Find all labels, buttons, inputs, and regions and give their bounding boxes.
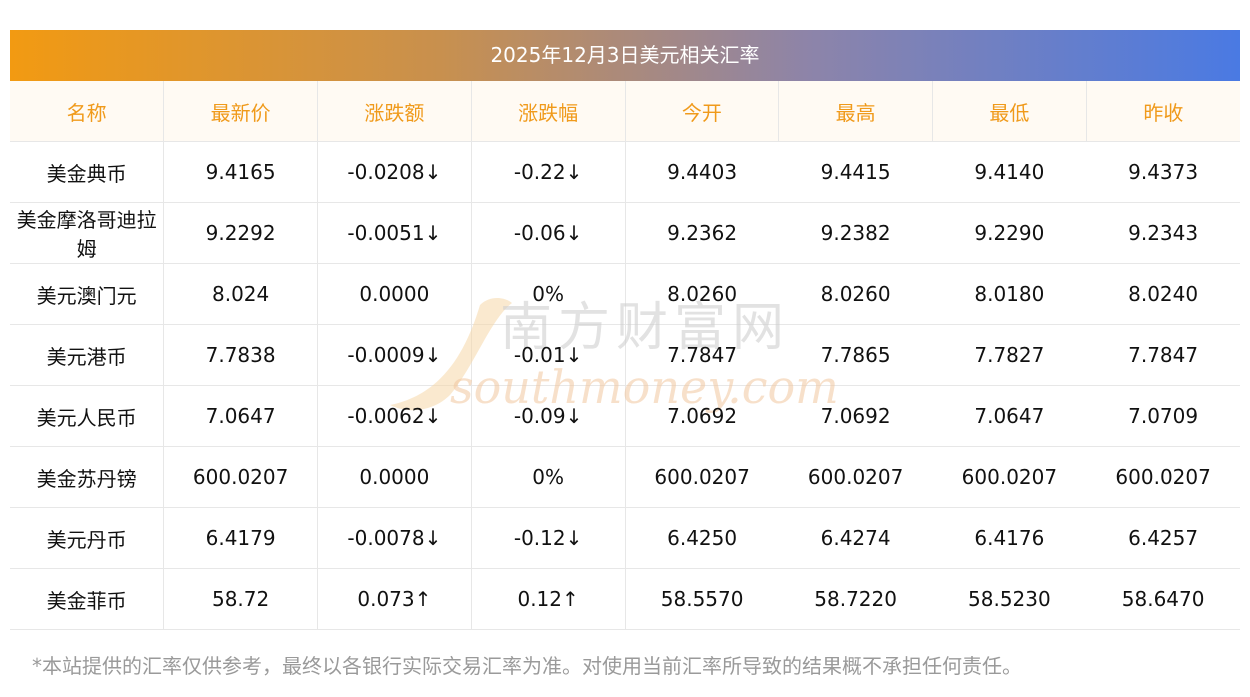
- table-row: 美金典币 9.4165 -0.0208↓ -0.22↓ 9.4403 9.441…: [10, 141, 1240, 203]
- cell-prev: 58.6470: [1086, 568, 1240, 630]
- cell-high: 7.0692: [778, 385, 933, 447]
- cell-latest: 9.2292: [163, 202, 318, 264]
- cell-latest: 7.0647: [163, 385, 318, 447]
- cell-prev: 8.0240: [1086, 263, 1240, 325]
- cell-low: 9.4140: [932, 141, 1087, 203]
- col-header-prev: 昨收: [1086, 81, 1240, 142]
- table-body: 美金典币 9.4165 -0.0208↓ -0.22↓ 9.4403 9.441…: [10, 141, 1240, 630]
- col-header-change: 涨跌额: [317, 81, 472, 142]
- cell-open: 7.0692: [625, 385, 779, 447]
- cell-change: 0.0000: [317, 263, 472, 325]
- cell-low: 8.0180: [932, 263, 1087, 325]
- cell-prev: 6.4257: [1086, 507, 1240, 569]
- col-header-high: 最高: [778, 81, 933, 142]
- table-row: 美元人民币 7.0647 -0.0062↓ -0.09↓ 7.0692 7.06…: [10, 385, 1240, 447]
- cell-open: 9.4403: [625, 141, 779, 203]
- cell-prev: 9.4373: [1086, 141, 1240, 203]
- cell-low: 9.2290: [932, 202, 1087, 264]
- col-header-pct: 涨跌幅: [471, 81, 626, 142]
- cell-open: 6.4250: [625, 507, 779, 569]
- cell-latest: 600.0207: [163, 446, 318, 508]
- table-row: 美元港币 7.7838 -0.0009↓ -0.01↓ 7.7847 7.786…: [10, 324, 1240, 386]
- table-row: 美元澳门元 8.024 0.0000 0% 8.0260 8.0260 8.01…: [10, 263, 1240, 325]
- table-row: 美金菲币 58.72 0.073↑ 0.12↑ 58.5570 58.7220 …: [10, 568, 1240, 630]
- cell-low: 7.7827: [932, 324, 1087, 386]
- cell-pct: 0%: [471, 446, 626, 508]
- cell-prev: 7.0709: [1086, 385, 1240, 447]
- cell-high: 9.4415: [778, 141, 933, 203]
- cell-pct: 0.12↑: [471, 568, 626, 630]
- cell-name: 美元澳门元: [10, 263, 165, 325]
- table-row: 美元丹币 6.4179 -0.0078↓ -0.12↓ 6.4250 6.427…: [10, 507, 1240, 569]
- exchange-rate-table: 名称 最新价 涨跌额 涨跌幅 今开 最高 最低 昨收 美金典币 9.4165 -…: [10, 81, 1240, 630]
- cell-latest: 58.72: [163, 568, 318, 630]
- cell-name: 美元丹币: [10, 507, 165, 569]
- col-header-name: 名称: [10, 81, 165, 142]
- cell-high: 6.4274: [778, 507, 933, 569]
- cell-low: 600.0207: [932, 446, 1087, 508]
- header-row: 名称 最新价 涨跌额 涨跌幅 今开 最高 最低 昨收: [10, 81, 1240, 142]
- cell-pct: 0%: [471, 263, 626, 325]
- cell-low: 6.4176: [932, 507, 1087, 569]
- cell-pct: -0.06↓: [471, 202, 626, 264]
- cell-change: -0.0062↓: [317, 385, 472, 447]
- cell-high: 9.2382: [778, 202, 933, 264]
- cell-name: 美元人民币: [10, 385, 165, 447]
- cell-name: 美金摩洛哥迪拉姆: [10, 202, 165, 264]
- cell-name: 美金典币: [10, 141, 165, 203]
- cell-prev: 9.2343: [1086, 202, 1240, 264]
- cell-change: 0.0000: [317, 446, 472, 508]
- page: 2025年12月3日美元相关汇率 南方财富网 southmoney.com 名称…: [0, 0, 1250, 697]
- cell-name: 美金苏丹镑: [10, 446, 165, 508]
- cell-low: 7.0647: [932, 385, 1087, 447]
- cell-high: 58.7220: [778, 568, 933, 630]
- cell-open: 8.0260: [625, 263, 779, 325]
- cell-change: -0.0051↓: [317, 202, 472, 264]
- table-row: 美金苏丹镑 600.0207 0.0000 0% 600.0207 600.02…: [10, 446, 1240, 508]
- cell-high: 8.0260: [778, 263, 933, 325]
- cell-open: 58.5570: [625, 568, 779, 630]
- cell-pct: -0.12↓: [471, 507, 626, 569]
- cell-change: 0.073↑: [317, 568, 472, 630]
- cell-change: -0.0208↓: [317, 141, 472, 203]
- cell-name: 美金菲币: [10, 568, 165, 630]
- cell-pct: -0.22↓: [471, 141, 626, 203]
- cell-pct: -0.09↓: [471, 385, 626, 447]
- cell-high: 600.0207: [778, 446, 933, 508]
- cell-latest: 6.4179: [163, 507, 318, 569]
- cell-open: 9.2362: [625, 202, 779, 264]
- disclaimer-footnote: *本站提供的汇率仅供参考，最终以各银行实际交易汇率为准。对使用当前汇率所导致的结…: [32, 654, 1022, 678]
- cell-prev: 600.0207: [1086, 446, 1240, 508]
- cell-low: 58.5230: [932, 568, 1087, 630]
- col-header-low: 最低: [932, 81, 1087, 142]
- cell-change: -0.0078↓: [317, 507, 472, 569]
- col-header-open: 今开: [625, 81, 780, 142]
- cell-latest: 8.024: [163, 263, 318, 325]
- cell-high: 7.7865: [778, 324, 933, 386]
- cell-open: 600.0207: [625, 446, 779, 508]
- cell-name: 美元港币: [10, 324, 165, 386]
- cell-latest: 9.4165: [163, 141, 318, 203]
- col-header-latest: 最新价: [163, 81, 318, 142]
- cell-open: 7.7847: [625, 324, 779, 386]
- cell-prev: 7.7847: [1086, 324, 1240, 386]
- table-row: 美金摩洛哥迪拉姆 9.2292 -0.0051↓ -0.06↓ 9.2362 9…: [10, 202, 1240, 264]
- cell-change: -0.0009↓: [317, 324, 472, 386]
- cell-pct: -0.01↓: [471, 324, 626, 386]
- table-title: 2025年12月3日美元相关汇率: [10, 30, 1240, 81]
- cell-latest: 7.7838: [163, 324, 318, 386]
